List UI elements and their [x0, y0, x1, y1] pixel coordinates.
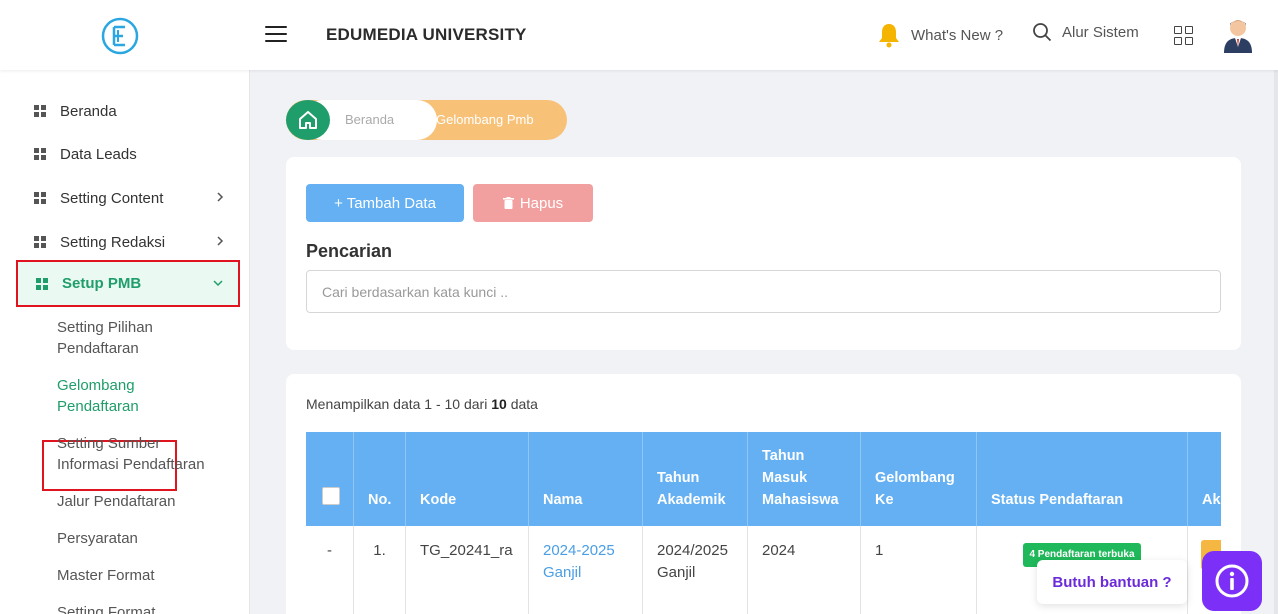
help-button[interactable]: [1202, 551, 1262, 611]
row-nama-link[interactable]: 2024-2025 Ganjil: [543, 542, 615, 581]
chevron-down-icon: [213, 280, 223, 287]
header-tahun-akademik: Tahun Akademik: [643, 432, 748, 526]
university-logo-icon[interactable]: [101, 17, 139, 55]
sidebar-item-label: Beranda: [60, 102, 117, 120]
row-nama-cell: 2024-2025 Ganjil: [529, 526, 643, 614]
whats-new-label: What's New ?: [911, 26, 1004, 44]
submenu-setting-pilihan-pendaftaran[interactable]: Setting Pilihan Pendaftaran: [57, 317, 153, 359]
breadcrumb: Beranda Gelombang Pmb: [286, 100, 567, 140]
app-title: EDUMEDIA UNIVERSITY: [326, 25, 527, 44]
breadcrumb-beranda-link[interactable]: Beranda: [345, 112, 394, 127]
dashboard-icon: [36, 277, 48, 290]
trash-icon: [502, 197, 514, 209]
sidebar-item-label: Setup PMB: [62, 275, 142, 292]
submenu-setting-sumber-informasi[interactable]: Setting Sumber Informasi Pendaftaran: [57, 433, 205, 475]
dashboard-icon: [34, 192, 46, 204]
row-gelombang-cell: 1: [861, 526, 977, 614]
sidebar-item-label: Setting Content: [60, 189, 164, 207]
sidebar-item-setup-pmb[interactable]: Setup PMB: [16, 260, 240, 307]
header-kode: Kode: [406, 432, 529, 526]
header-gelombang: Gelombang Ke: [861, 432, 977, 526]
search-heading: Pencarian: [306, 241, 393, 261]
pagination-summary: Menampilkan data 1 - 10 dari 10 data: [306, 396, 538, 412]
sidebar-item-label: Data Leads: [60, 145, 137, 163]
submenu-jalur-pendaftaran[interactable]: Jalur Pendaftaran: [57, 491, 175, 512]
home-icon: [299, 111, 317, 129]
chevron-right-icon: [217, 236, 224, 246]
sidebar-item-label: Setting Redaksi: [60, 233, 166, 251]
header-status: Status Pendaftaran: [977, 432, 1188, 526]
dashboard-icon: [34, 105, 46, 117]
apps-grid-icon[interactable]: [1174, 26, 1193, 45]
submenu-persyaratan[interactable]: Persyaratan: [57, 528, 138, 549]
delete-label: Hapus: [519, 194, 564, 212]
top-header: EDUMEDIA UNIVERSITY What's New ? Alur Si…: [0, 0, 1278, 70]
sidebar-item-beranda[interactable]: Beranda: [16, 89, 240, 133]
header-tahun-masuk: Tahun Masuk Mahasiswa: [748, 432, 861, 526]
row-check-cell: -: [306, 526, 354, 614]
dashboard-icon: [34, 148, 46, 160]
row-tahun-masuk-cell: 2024: [748, 526, 861, 614]
header-aksi: Aksi: [1202, 492, 1221, 508]
sidebar-item-setting-content[interactable]: Setting Content: [16, 176, 240, 220]
filter-card: + Tambah Data Hapus Pencarian: [286, 157, 1241, 350]
alur-sistem-label: Alur Sistem: [1062, 23, 1139, 41]
add-data-button[interactable]: + Tambah Data: [306, 184, 464, 222]
submenu-gelombang-pendaftaran[interactable]: Gelombang Pendaftaran: [57, 375, 139, 417]
sidebar: Beranda Data Leads Setting Content Setti…: [0, 70, 250, 614]
hamburger-menu-icon[interactable]: [265, 26, 287, 44]
sidebar-item-setting-redaksi[interactable]: Setting Redaksi: [16, 220, 240, 264]
header-no: No.: [354, 432, 406, 526]
home-button[interactable]: [286, 100, 330, 140]
delete-button[interactable]: Hapus: [473, 184, 593, 222]
sidebar-item-data-leads[interactable]: Data Leads: [16, 132, 240, 176]
breadcrumb-current: Gelombang Pmb: [436, 112, 534, 127]
search-icon: [1033, 23, 1052, 42]
info-icon: [1215, 564, 1249, 598]
select-all-checkbox[interactable]: [322, 487, 340, 505]
row-tahun-akademik-cell: 2024/2025 Ganjil: [643, 526, 748, 614]
dashboard-icon: [34, 236, 46, 248]
alur-sistem-button[interactable]: Alur Sistem: [1032, 22, 1139, 42]
submenu-master-format[interactable]: Master Format: [57, 565, 155, 586]
user-avatar[interactable]: [1222, 17, 1254, 53]
submenu-setting-format[interactable]: Setting Format: [57, 602, 155, 614]
search-input[interactable]: [306, 270, 1221, 313]
row-no-cell: 1.: [354, 526, 406, 614]
chevron-right-icon: [217, 192, 224, 202]
row-kode-cell: TG_20241_ra: [406, 526, 529, 614]
header-nama: Nama: [529, 432, 643, 526]
help-tooltip[interactable]: Butuh bantuan ?: [1037, 560, 1187, 604]
bell-icon: [879, 24, 899, 48]
table-header-row: No. Kode Nama Tahun Akademik Tahun Masuk…: [306, 432, 1221, 526]
page-scrollbar[interactable]: [1274, 70, 1278, 614]
whats-new-button[interactable]: What's New ?: [877, 22, 1003, 48]
